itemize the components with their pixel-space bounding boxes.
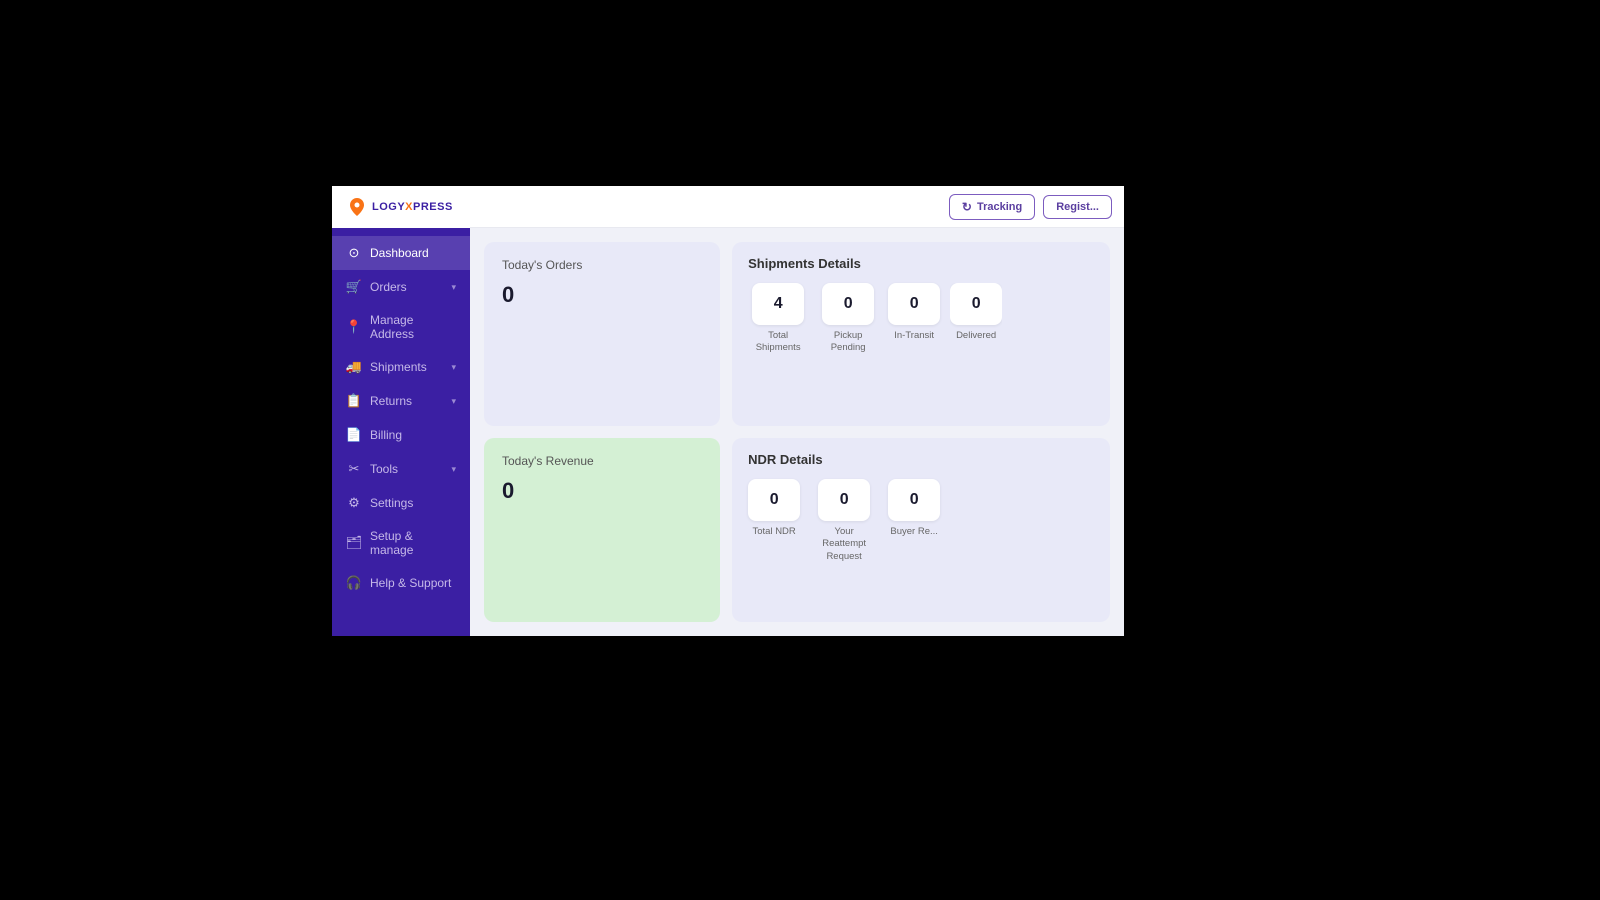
help-icon: 🎧	[346, 575, 362, 591]
sidebar-item-returns[interactable]: 📋 Returns ▾	[332, 384, 470, 418]
sidebar-item-label: Manage Address	[370, 313, 456, 341]
buyer-request-value: 0	[888, 479, 940, 521]
main-area: ↻ Tracking Regist... Today's Orders 0 Sh…	[470, 186, 1124, 636]
billing-icon: 📄	[346, 427, 362, 443]
total-ndr-label: Total NDR	[752, 526, 795, 538]
chevron-down-icon: ▾	[451, 362, 456, 373]
pickup-pending-label: Pickup Pending	[818, 330, 878, 355]
todays-revenue-title: Today's Revenue	[502, 454, 702, 468]
logo-icon	[346, 196, 368, 218]
in-transit-value: 0	[888, 283, 940, 325]
register-button[interactable]: Regist...	[1043, 195, 1112, 219]
tracking-label: Tracking	[977, 201, 1022, 213]
setup-icon: 🗂	[346, 535, 362, 551]
total-ndr-value: 0	[748, 479, 800, 521]
sidebar-nav: ⊙ Dashboard 🛒 Orders ▾ 📍 Manage Address …	[332, 228, 470, 636]
logo: LOGYXPRESS	[332, 186, 470, 228]
shipments-icon: 🚚	[346, 359, 362, 375]
sidebar-item-label: Help & Support	[370, 576, 451, 590]
in-transit-label: In-Transit	[894, 330, 934, 342]
tracking-button[interactable]: ↻ Tracking	[949, 194, 1035, 220]
pickup-pending-value: 0	[822, 283, 874, 325]
delivered-stat: 0 Delivered	[950, 283, 1002, 355]
sidebar-item-label: Orders	[370, 280, 407, 294]
chevron-down-icon: ▾	[451, 464, 456, 475]
dashboard-content: Today's Orders 0 Shipments Details 4 Tot…	[470, 228, 1124, 636]
reattempt-stat: 0 Your Reattempt Request	[814, 479, 874, 563]
logo-text: LOGYXPRESS	[372, 201, 453, 213]
sidebar-item-manage-address[interactable]: 📍 Manage Address	[332, 304, 470, 350]
sidebar-item-billing[interactable]: 📄 Billing	[332, 418, 470, 452]
todays-orders-value: 0	[502, 282, 702, 308]
topbar: ↻ Tracking Regist...	[470, 186, 1124, 228]
sidebar-item-setup-manage[interactable]: 🗂 Setup & manage	[332, 520, 470, 566]
sidebar-item-tools[interactable]: ✂ Tools ▾	[332, 452, 470, 486]
sidebar-item-settings[interactable]: ⚙ Settings	[332, 486, 470, 520]
shipments-details-title: Shipments Details	[748, 256, 1094, 271]
buyer-request-stat: 0 Buyer Re...	[888, 479, 940, 563]
total-shipments-value: 4	[752, 283, 804, 325]
reattempt-label: Your Reattempt Request	[814, 526, 874, 563]
in-transit-stat: 0 In-Transit	[888, 283, 940, 355]
todays-orders-title: Today's Orders	[502, 258, 702, 272]
ndr-details-card: NDR Details 0 Total NDR 0 Your Reattempt…	[732, 438, 1110, 622]
ndr-stats-row: 0 Total NDR 0 Your Reattempt Request 0 B…	[748, 479, 1094, 563]
ndr-details-title: NDR Details	[748, 452, 1094, 467]
shipments-stats-row: 4 Total Shipments 0 Pickup Pending 0 In-…	[748, 283, 1094, 355]
sidebar-item-orders[interactable]: 🛒 Orders ▾	[332, 270, 470, 304]
sidebar-item-label: Setup & manage	[370, 529, 456, 557]
sidebar-item-shipments[interactable]: 🚚 Shipments ▾	[332, 350, 470, 384]
pickup-pending-stat: 0 Pickup Pending	[818, 283, 878, 355]
todays-revenue-card: Today's Revenue 0	[484, 438, 720, 622]
sidebar-item-label: Shipments	[370, 360, 427, 374]
tools-icon: ✂	[346, 461, 362, 477]
sidebar-item-label: Billing	[370, 428, 402, 442]
dashboard-icon: ⊙	[346, 245, 362, 261]
orders-icon: 🛒	[346, 279, 362, 295]
manage-address-icon: 📍	[346, 319, 362, 335]
shipments-details-card: Shipments Details 4 Total Shipments 0 Pi…	[732, 242, 1110, 426]
settings-icon: ⚙	[346, 495, 362, 511]
delivered-label: Delivered	[956, 330, 996, 342]
total-shipments-stat: 4 Total Shipments	[748, 283, 808, 355]
sidebar-item-label: Returns	[370, 394, 412, 408]
sidebar-item-label: Tools	[370, 462, 398, 476]
chevron-down-icon: ▾	[451, 396, 456, 407]
returns-icon: 📋	[346, 393, 362, 409]
sidebar: LOGYXPRESS ⊙ Dashboard 🛒 Orders ▾ 📍 Mana…	[332, 186, 470, 636]
register-label: Regist...	[1056, 201, 1099, 213]
sidebar-item-help-support[interactable]: 🎧 Help & Support	[332, 566, 470, 600]
buyer-request-label: Buyer Re...	[890, 526, 938, 538]
sidebar-item-dashboard[interactable]: ⊙ Dashboard	[332, 236, 470, 270]
todays-orders-card: Today's Orders 0	[484, 242, 720, 426]
reattempt-value: 0	[818, 479, 870, 521]
refresh-icon: ↻	[962, 200, 972, 214]
total-ndr-stat: 0 Total NDR	[748, 479, 800, 563]
sidebar-item-label: Dashboard	[370, 246, 429, 260]
total-shipments-label: Total Shipments	[748, 330, 808, 355]
sidebar-item-label: Settings	[370, 496, 413, 510]
todays-revenue-value: 0	[502, 478, 702, 504]
chevron-down-icon: ▾	[451, 282, 456, 293]
delivered-value: 0	[950, 283, 1002, 325]
